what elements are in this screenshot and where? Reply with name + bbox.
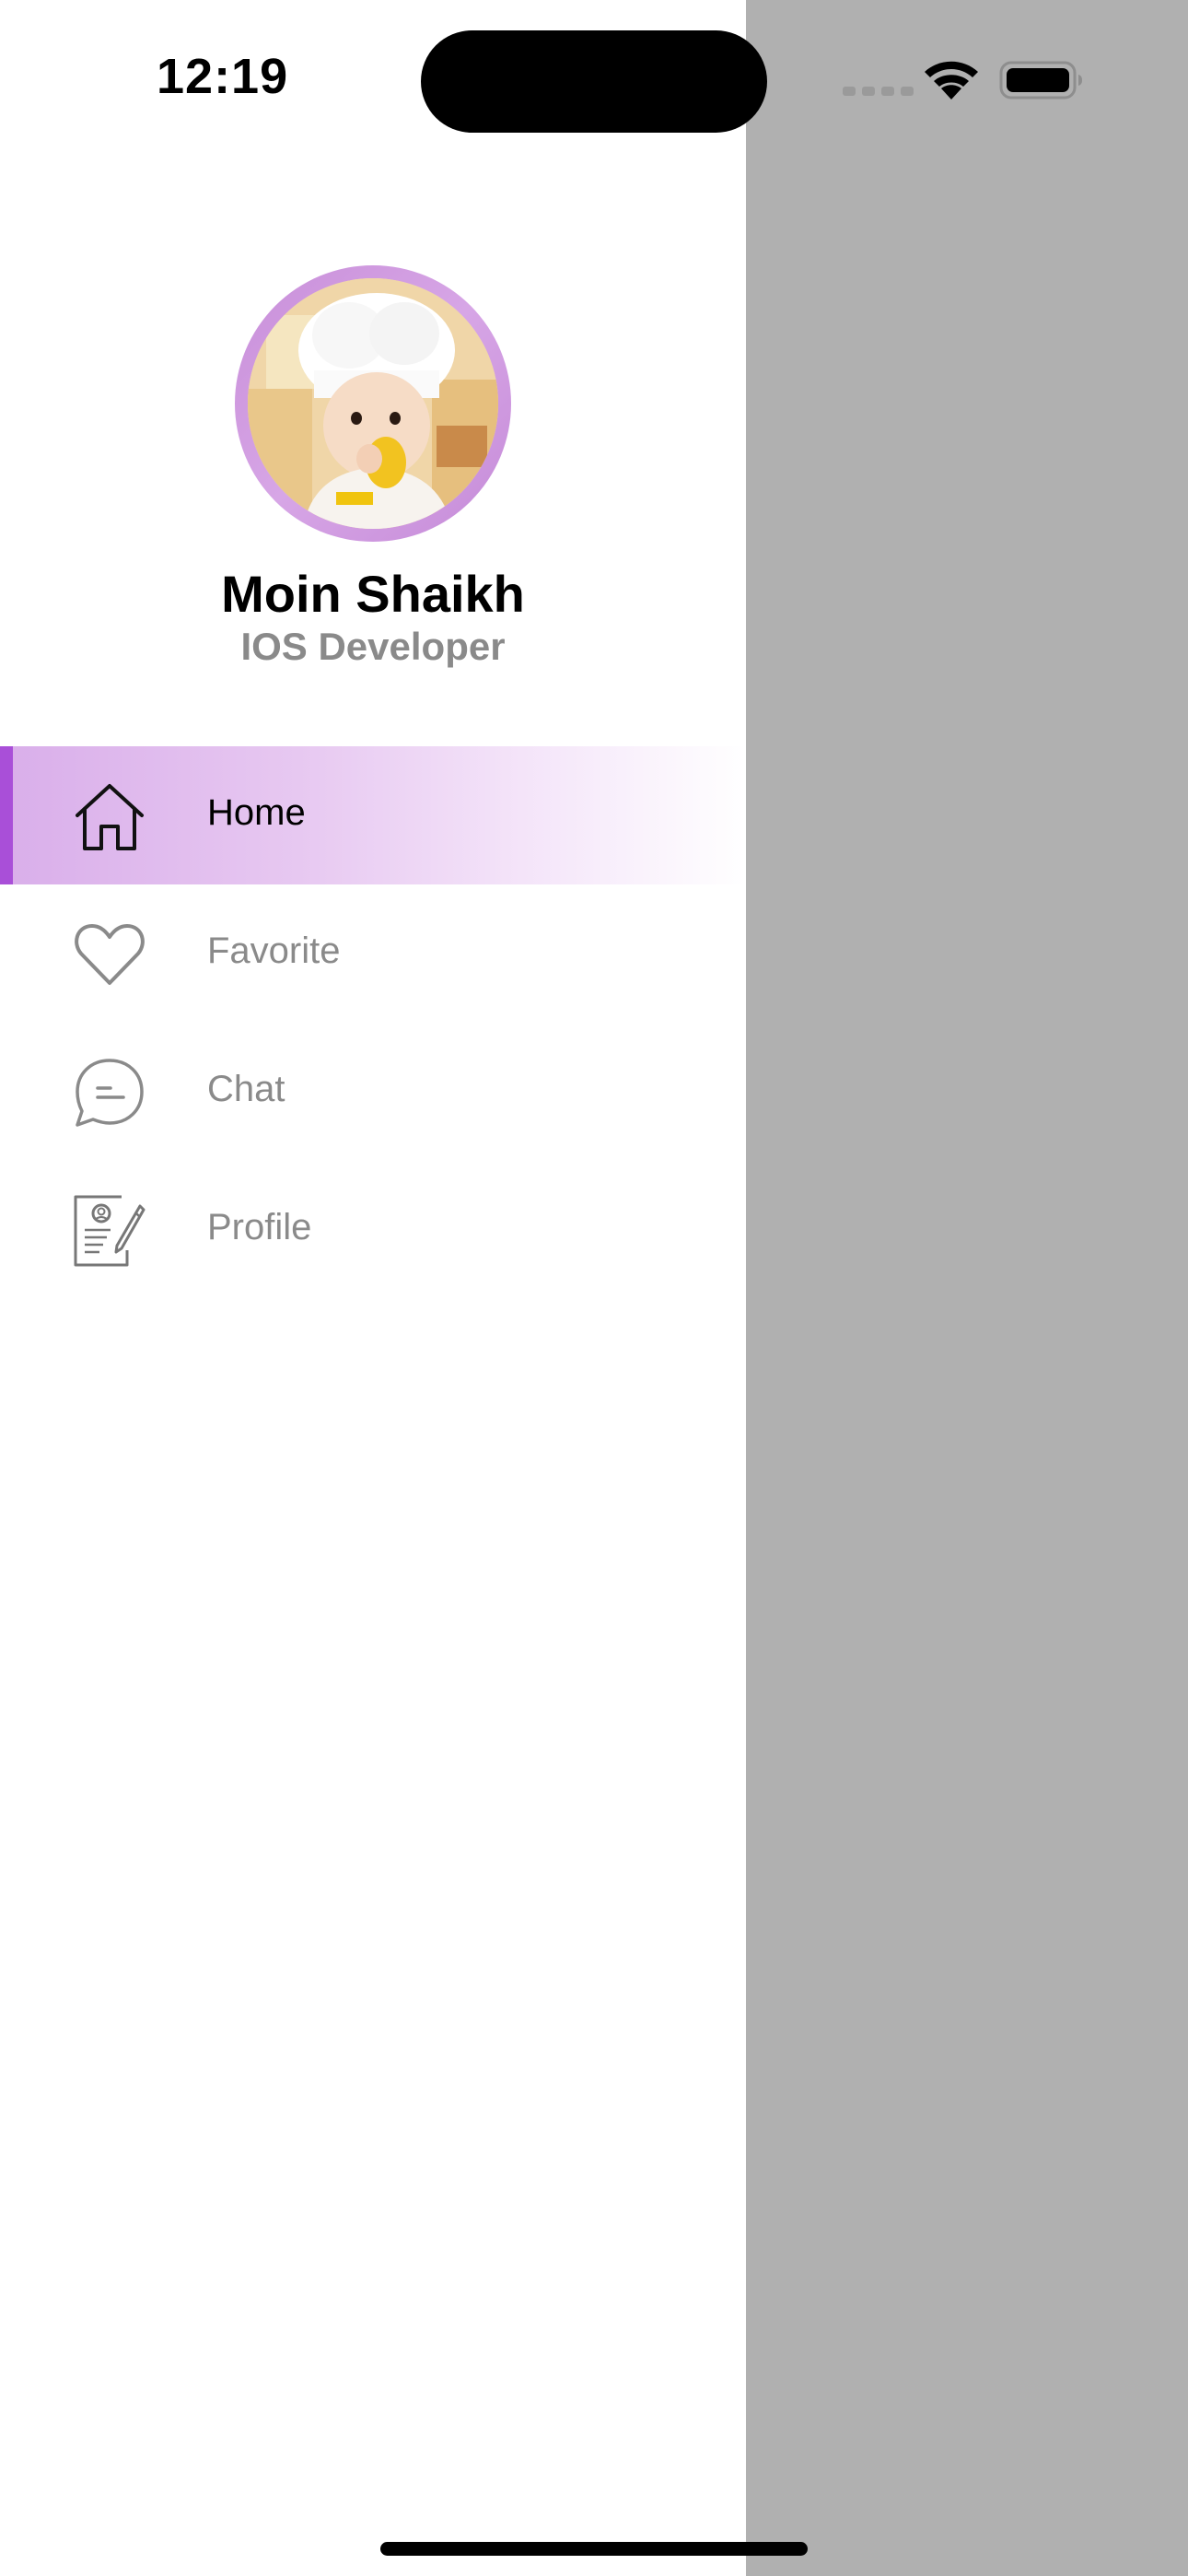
active-indicator bbox=[0, 746, 13, 884]
avatar-photo bbox=[248, 278, 498, 529]
menu-item-favorite[interactable]: Favorite bbox=[0, 884, 746, 1023]
profile-role: IOS Developer bbox=[240, 625, 506, 668]
home-icon bbox=[72, 779, 147, 854]
profile-document-icon bbox=[72, 1193, 147, 1269]
wifi-icon bbox=[921, 57, 982, 101]
menu-item-label: Favorite bbox=[207, 931, 341, 971]
menu-item-profile[interactable]: Profile bbox=[0, 1161, 746, 1299]
content-overlay[interactable] bbox=[746, 0, 1188, 2576]
menu-item-chat[interactable]: Chat bbox=[0, 1023, 746, 1161]
side-drawer: Moin Shaikh IOS Developer Home Favorite … bbox=[0, 0, 746, 2576]
screen: Moin Shaikh IOS Developer Home Favorite … bbox=[0, 0, 1188, 2576]
avatar[interactable] bbox=[235, 265, 511, 542]
dynamic-island bbox=[421, 30, 767, 133]
status-time: 12:19 bbox=[157, 49, 289, 104]
profile-name: Moin Shaikh bbox=[221, 565, 525, 623]
menu-item-label: Chat bbox=[207, 1069, 285, 1109]
menu-item-home[interactable]: Home bbox=[0, 746, 746, 884]
drawer-menu: Home Favorite Chat Profile bbox=[0, 746, 746, 1299]
cellular-signal-icon bbox=[843, 87, 914, 96]
battery-icon bbox=[999, 61, 1084, 100]
status-bar: 12:19 bbox=[0, 0, 1188, 157]
chat-icon bbox=[72, 1055, 147, 1130]
home-indicator[interactable] bbox=[380, 2542, 808, 2556]
heart-icon bbox=[72, 917, 147, 992]
menu-item-label: Profile bbox=[207, 1207, 312, 1247]
menu-item-label: Home bbox=[207, 792, 306, 833]
